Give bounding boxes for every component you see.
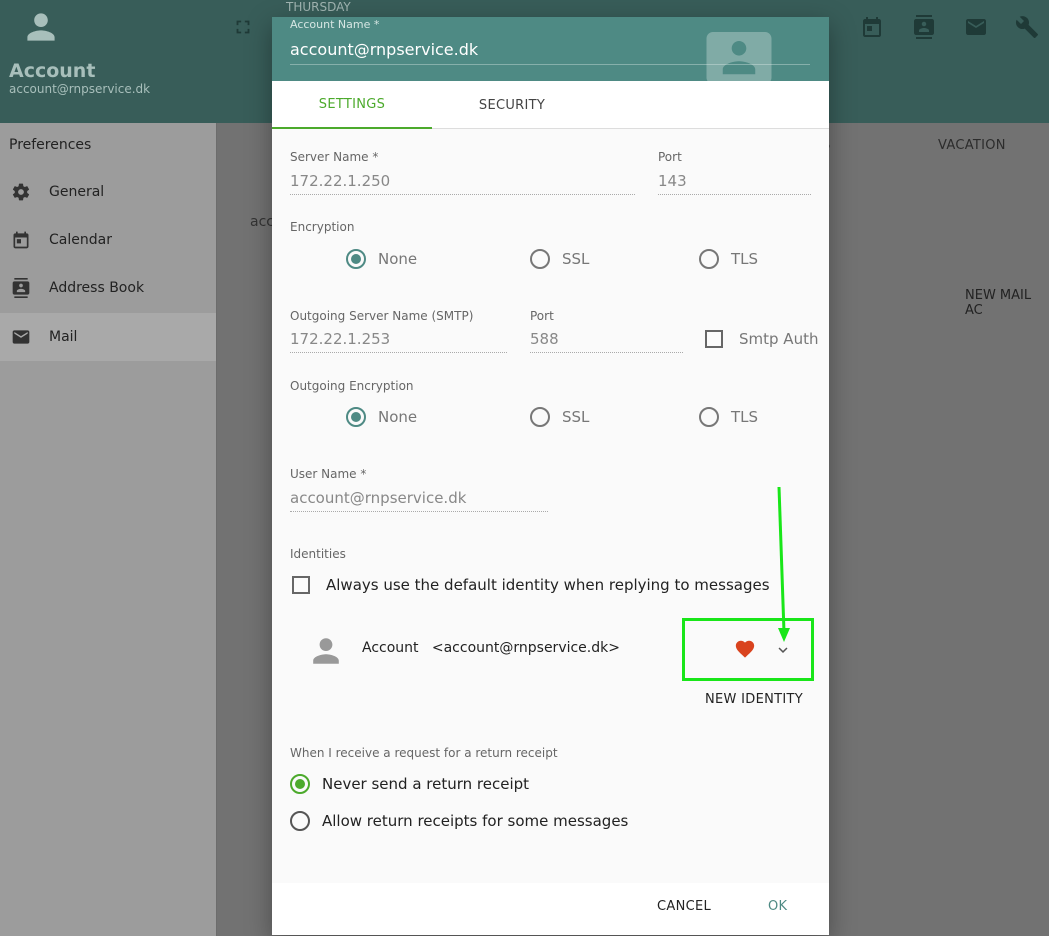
- out-encryption-ssl-radio[interactable]: SSL: [530, 407, 589, 427]
- new-identity-button[interactable]: NEW IDENTITY: [705, 692, 803, 707]
- radio-label: Allow return receipts for some messages: [322, 812, 629, 830]
- user-name-input[interactable]: account@rnpservice.dk: [290, 489, 548, 512]
- new-mail-account-button[interactable]: NEW MAIL AC: [965, 288, 1049, 318]
- radio-dot: [699, 249, 719, 269]
- sidebar-item-label: Mail: [49, 329, 78, 345]
- account-name-label: Account Name *: [290, 18, 380, 31]
- calendar-icon[interactable]: [860, 15, 884, 39]
- address-book-icon: [10, 277, 32, 299]
- allow-some-receipts-radio[interactable]: Allow return receipts for some messages: [290, 811, 628, 831]
- tab-security[interactable]: SECURITY: [432, 81, 592, 129]
- calendar-icon: [10, 229, 32, 251]
- radio-dot: [346, 249, 366, 269]
- account-name-input[interactable]: account@rnpservice.dk: [290, 40, 478, 59]
- preferences-title: Preferences: [9, 137, 92, 153]
- address-book-icon[interactable]: [912, 15, 936, 39]
- checkbox-box: [292, 576, 310, 594]
- sidebar-item-label: General: [49, 184, 105, 200]
- server-name-input[interactable]: 172.22.1.250: [290, 172, 635, 195]
- identity-name: Account <account@rnpservice.dk>: [362, 640, 620, 656]
- radio-label: SSL: [562, 250, 590, 268]
- encryption-ssl-radio[interactable]: SSL: [530, 249, 589, 269]
- smtp-input[interactable]: 172.22.1.253: [290, 330, 507, 353]
- tab-vacation[interactable]: VACATION: [938, 138, 1006, 153]
- dialog-footer: CANCEL OK: [272, 883, 829, 935]
- checkbox-label: Smtp Auth: [739, 330, 819, 348]
- identities-label: Identities: [290, 547, 346, 561]
- fullscreen-icon[interactable]: [232, 16, 254, 38]
- gear-icon: [10, 181, 32, 203]
- person-icon: [313, 638, 339, 664]
- dialog-tabs: SETTINGS SECURITY: [272, 81, 829, 129]
- out-encryption-none-radio[interactable]: None: [346, 407, 417, 427]
- radio-label: TLS: [731, 408, 759, 426]
- background-field-partial: acc: [250, 214, 274, 230]
- radio-label: Never send a return receipt: [322, 775, 530, 793]
- thursday-label: THURSDAY: [286, 0, 351, 14]
- smtp-port-input[interactable]: 588: [530, 330, 683, 353]
- ok-button[interactable]: OK: [768, 899, 787, 914]
- never-send-receipt-radio[interactable]: Never send a return receipt: [290, 774, 529, 794]
- mail-icon[interactable]: [964, 15, 988, 39]
- tab-settings[interactable]: SETTINGS: [272, 81, 432, 129]
- sidebar-item-label: Calendar: [49, 232, 112, 248]
- user-name-label: User Name *: [290, 467, 367, 481]
- sidebar-item-calendar[interactable]: Calendar: [0, 216, 216, 264]
- checkbox-label: Always use the default identity when rep…: [326, 576, 770, 594]
- dialog-header: Account Name * account@rnpservice.dk: [272, 17, 829, 81]
- mail-icon: [10, 326, 32, 348]
- smtp-port-label: Port: [530, 309, 554, 323]
- return-receipt-label: When I receive a request for a return re…: [290, 746, 558, 760]
- always-default-identity-checkbox[interactable]: Always use the default identity when rep…: [292, 576, 770, 594]
- radio-dot: [530, 249, 550, 269]
- radio-label: None: [378, 250, 418, 268]
- wrench-icon[interactable]: [1015, 15, 1039, 39]
- sidebar-item-label: Address Book: [49, 280, 145, 296]
- radio-dot: [530, 407, 550, 427]
- smtp-auth-checkbox[interactable]: Smtp Auth: [705, 330, 818, 348]
- encryption-none-radio[interactable]: None: [346, 249, 417, 269]
- annotation-highlight-box: [682, 618, 814, 681]
- port-input[interactable]: 143: [658, 172, 811, 195]
- radio-dot: [290, 811, 310, 831]
- server-name-label: Server Name *: [290, 150, 379, 164]
- radio-label: TLS: [731, 250, 759, 268]
- user-avatar-icon: [27, 13, 55, 41]
- out-encryption-tls-radio[interactable]: TLS: [699, 407, 758, 427]
- sidebar-item-general[interactable]: General: [0, 168, 216, 216]
- sidebar-item-address-book[interactable]: Address Book: [0, 264, 216, 312]
- account-settings-dialog: Account Name * account@rnpservice.dk SET…: [272, 17, 829, 935]
- encryption-label: Encryption: [290, 220, 355, 234]
- radio-label: None: [378, 408, 418, 426]
- account-name: Account: [9, 60, 96, 82]
- checkbox-box: [705, 330, 723, 348]
- radio-dot: [290, 774, 310, 794]
- smtp-label: Outgoing Server Name (SMTP): [290, 309, 474, 323]
- radio-label: SSL: [562, 408, 590, 426]
- encryption-tls-radio[interactable]: TLS: [699, 249, 758, 269]
- radio-dot: [346, 407, 366, 427]
- outgoing-encryption-label: Outgoing Encryption: [290, 379, 414, 393]
- account-email: account@rnpservice.dk: [9, 82, 151, 96]
- sidebar-item-mail[interactable]: Mail: [0, 313, 216, 361]
- cancel-button[interactable]: CANCEL: [657, 899, 711, 914]
- radio-dot: [699, 407, 719, 427]
- contact-card-icon: [706, 32, 772, 81]
- port-label: Port: [658, 150, 682, 164]
- sidebar-header: Account account@rnpservice.dk: [0, 0, 216, 123]
